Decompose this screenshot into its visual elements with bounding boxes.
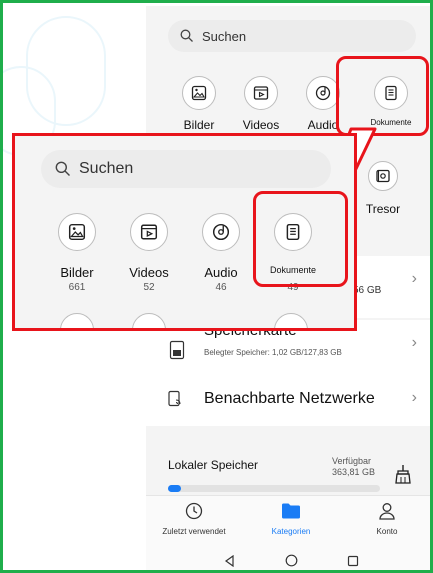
category-label-videos: Videos bbox=[129, 265, 169, 280]
storage-progress-bar bbox=[168, 485, 380, 492]
search-icon bbox=[180, 29, 194, 43]
local-storage-panel[interactable]: Lokaler Speicher Verfügbar 363,81 GB bbox=[146, 450, 430, 496]
nearby-networks-label: Benachbarte Netzwerke bbox=[204, 390, 375, 407]
clock-icon bbox=[154, 502, 234, 522]
search-icon bbox=[55, 161, 71, 177]
audio-icon[interactable] bbox=[202, 213, 240, 251]
vault-icon[interactable] bbox=[368, 161, 398, 191]
nav-account[interactable]: Konto bbox=[352, 502, 422, 536]
category-count-audio: 46 bbox=[215, 282, 227, 293]
screenshot-frame: Suchen Bilder Videos Audio Dokumente Tre… bbox=[0, 0, 433, 573]
nav-categories[interactable]: Kategorien bbox=[253, 502, 329, 536]
video-icon[interactable] bbox=[244, 76, 278, 110]
nav-account-label: Konto bbox=[376, 527, 398, 536]
available-value: 363,81 GB bbox=[332, 467, 376, 477]
category-label-images: Bilder bbox=[60, 265, 94, 280]
system-recents-icon[interactable] bbox=[347, 554, 359, 570]
image-icon[interactable] bbox=[182, 76, 216, 110]
category-label-images: Bilder bbox=[183, 118, 215, 132]
storage-progress-fill bbox=[168, 485, 181, 492]
audio-icon[interactable] bbox=[306, 76, 340, 110]
person-icon bbox=[352, 502, 422, 522]
chevron-right-icon: › bbox=[411, 270, 417, 287]
system-home-icon[interactable] bbox=[285, 554, 298, 570]
nearby-networks-row[interactable]: Benachbarte Netzwerke › bbox=[146, 372, 430, 426]
chevron-right-icon: › bbox=[411, 389, 417, 406]
category-count-images: 661 bbox=[68, 282, 86, 293]
category-label-audio: Audio bbox=[204, 265, 238, 280]
clean-icon[interactable] bbox=[394, 464, 412, 489]
category-label-videos: Videos bbox=[242, 118, 280, 132]
sd-card-icon bbox=[168, 340, 186, 365]
storage-value: 56 GB bbox=[353, 285, 382, 296]
search-placeholder: Suchen bbox=[202, 28, 247, 44]
category-label-vault: Tresor bbox=[365, 202, 401, 216]
partial-category-icon bbox=[132, 313, 166, 328]
available-label: Verfügbar bbox=[332, 456, 372, 466]
search-input[interactable]: Suchen bbox=[168, 20, 416, 52]
partial-category-icon bbox=[274, 313, 308, 328]
video-icon[interactable] bbox=[130, 213, 168, 251]
nearby-network-icon bbox=[166, 390, 184, 413]
search-placeholder: Suchen bbox=[79, 160, 134, 177]
search-input-zoomed[interactable]: Suchen bbox=[41, 150, 331, 188]
highlight-box-documents bbox=[336, 56, 429, 136]
nav-recent[interactable]: Zuletzt verwendet bbox=[154, 502, 234, 536]
image-icon[interactable] bbox=[58, 213, 96, 251]
nav-categories-label: Kategorien bbox=[271, 527, 311, 536]
local-storage-label: Lokaler Speicher bbox=[168, 458, 259, 472]
partial-category-icon bbox=[60, 313, 94, 328]
zoom-callout: Suchen Bilder Videos Audio Dokumente 661… bbox=[12, 133, 357, 331]
folder-icon bbox=[253, 502, 329, 522]
storage-row-subtitle: Belegter Speicher: 1,02 GB/127,83 GB bbox=[204, 348, 342, 357]
bottom-navigation: Zuletzt verwendet Kategorien Konto bbox=[146, 495, 430, 570]
nav-recent-label: Zuletzt verwendet bbox=[162, 527, 226, 536]
system-back-icon[interactable] bbox=[224, 554, 236, 570]
chevron-right-icon: › bbox=[411, 334, 417, 351]
category-count-videos: 52 bbox=[143, 282, 155, 293]
highlight-box-documents-zoomed bbox=[253, 191, 348, 287]
